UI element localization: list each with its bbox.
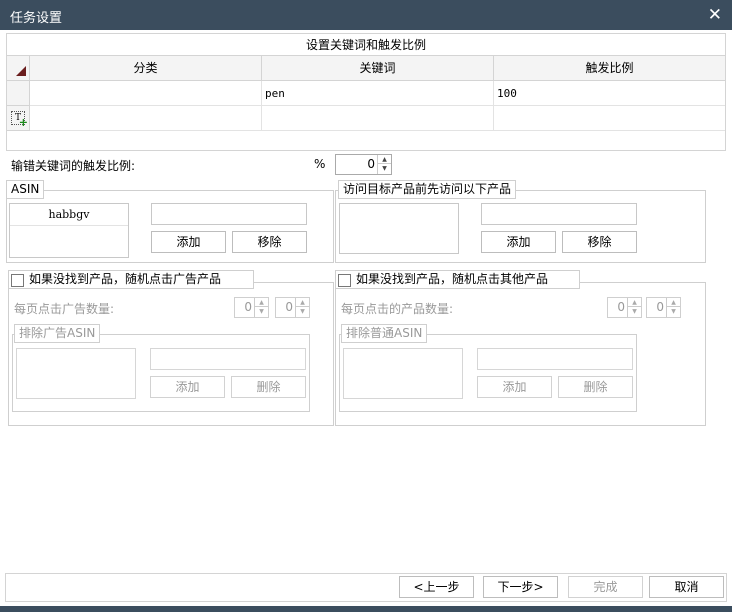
exclude-ad-delete-button[interactable]: 删除 — [231, 376, 306, 398]
asin-group-legend: ASIN — [6, 180, 45, 199]
new-row-icon: T + — [11, 111, 28, 129]
other-count-label: 每页点击的产品数量: — [341, 302, 454, 316]
exclude-ad-asin-input[interactable] — [150, 348, 306, 370]
column-header-keyword[interactable]: 关键词 — [262, 56, 494, 81]
exclude-normal-delete-button[interactable]: 删除 — [558, 376, 633, 398]
spin-down-icon[interactable]: ▼ — [628, 307, 641, 316]
percent-unit: % — [314, 157, 326, 171]
grid-corner[interactable] — [7, 56, 30, 81]
exclude-normal-asin-list[interactable] — [343, 348, 463, 399]
spin-down-icon[interactable]: ▼ — [296, 307, 309, 316]
asin-add-button[interactable]: 添加 — [151, 231, 226, 253]
spin-down-icon[interactable]: ▼ — [378, 164, 391, 173]
finish-button[interactable]: 完成 — [568, 576, 643, 598]
visit-before-add-button[interactable]: 添加 — [481, 231, 556, 253]
ad-count-label: 每页点击广告数量: — [14, 302, 115, 316]
other-count-max-value[interactable]: 0 — [647, 298, 667, 317]
exclude-normal-asin-legend: 排除普通ASIN — [341, 324, 428, 343]
other-count-max-spinner[interactable]: 0 ▲ ▼ — [646, 297, 681, 318]
spin-down-icon[interactable]: ▼ — [667, 307, 680, 316]
asin-input[interactable] — [151, 203, 307, 225]
column-header-category[interactable]: 分类 — [30, 56, 262, 81]
cell-category[interactable] — [30, 81, 262, 106]
title-bar: 任务设置 ✕ — [0, 0, 732, 30]
window-title: 任务设置 — [10, 11, 63, 26]
keyword-grid-title: 设置关键词和触发比例 — [7, 34, 725, 56]
ad-count-max-spinner[interactable]: 0 ▲ ▼ — [275, 297, 310, 318]
exclude-ad-add-button[interactable]: 添加 — [150, 376, 225, 398]
ad-count-min-spinner[interactable]: 0 ▲ ▼ — [234, 297, 269, 318]
window-bottom-border — [0, 606, 732, 612]
cell-ratio[interactable]: 100 — [494, 81, 725, 106]
cell-keyword[interactable]: pen — [262, 81, 494, 106]
visit-before-list[interactable] — [339, 203, 459, 254]
ad-count-max-value[interactable]: 0 — [276, 298, 296, 317]
new-row-cell-ratio[interactable] — [494, 106, 725, 131]
visit-before-remove-button[interactable]: 移除 — [562, 231, 637, 253]
typo-ratio-spinner[interactable]: 0 ▲ ▼ — [335, 154, 392, 175]
prev-step-button[interactable]: <上一步 — [399, 576, 474, 598]
new-row-cell-category[interactable] — [30, 106, 262, 131]
other-count-min-spinner[interactable]: 0 ▲ ▼ — [607, 297, 642, 318]
random-other-checkbox-label[interactable]: 如果没找到产品，随机点击其他产品 — [356, 272, 548, 286]
spin-up-icon[interactable]: ▲ — [255, 298, 268, 307]
other-count-min-value[interactable]: 0 — [608, 298, 628, 317]
asin-remove-button[interactable]: 移除 — [232, 231, 307, 253]
ad-count-min-value[interactable]: 0 — [235, 298, 255, 317]
visit-before-input[interactable] — [481, 203, 637, 225]
column-header-ratio[interactable]: 触发比例 — [494, 56, 725, 81]
typo-ratio-label: 输错关键词的触发比例: — [11, 159, 136, 173]
spin-up-icon[interactable]: ▲ — [628, 298, 641, 307]
random-ad-checkbox-label[interactable]: 如果没找到产品，随机点击广告产品 — [29, 272, 221, 286]
visit-before-group-legend: 访问目标产品前先访问以下产品 — [338, 180, 517, 199]
exclude-normal-asin-input[interactable] — [477, 348, 633, 370]
spin-up-icon[interactable]: ▲ — [296, 298, 309, 307]
random-ad-checkbox[interactable] — [11, 274, 24, 287]
asin-list[interactable]: habbgv — [9, 203, 129, 258]
new-row-header[interactable]: T + — [7, 106, 30, 131]
random-other-legend[interactable]: 如果没找到产品，随机点击其他产品 — [335, 270, 580, 289]
random-other-checkbox[interactable] — [338, 274, 351, 287]
spin-down-icon[interactable]: ▼ — [255, 307, 268, 316]
keyword-grid: 设置关键词和触发比例 分类 关键词 触发比例 pen 100 T + — [6, 33, 726, 151]
select-all-icon — [16, 66, 26, 76]
random-ad-legend[interactable]: 如果没找到产品，随机点击广告产品 — [8, 270, 254, 289]
asin-list-item[interactable]: habbgv — [10, 204, 128, 226]
close-icon[interactable]: ✕ — [708, 5, 722, 25]
new-row-cell-keyword[interactable] — [262, 106, 494, 131]
exclude-ad-asin-list[interactable] — [16, 348, 136, 399]
typo-ratio-value[interactable]: 0 — [336, 155, 378, 174]
next-step-button[interactable]: 下一步> — [483, 576, 558, 598]
spin-up-icon[interactable]: ▲ — [378, 155, 391, 164]
spin-up-icon[interactable]: ▲ — [667, 298, 680, 307]
exclude-normal-add-button[interactable]: 添加 — [477, 376, 552, 398]
exclude-ad-asin-legend: 排除广告ASIN — [14, 324, 101, 343]
cancel-button[interactable]: 取消 — [649, 576, 724, 598]
row-header[interactable] — [7, 81, 30, 106]
